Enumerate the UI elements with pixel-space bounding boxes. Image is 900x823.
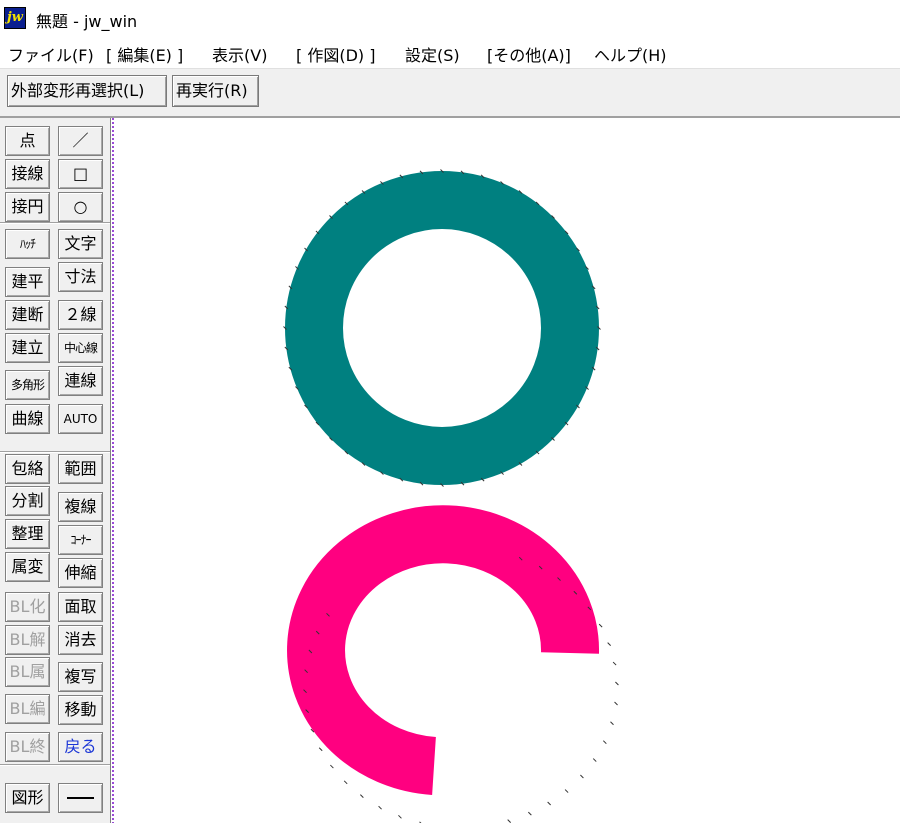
vertex-tick [318,747,323,752]
vertex-tick [607,642,612,647]
reselect-external-transform-button[interactable]: 外部変形再選択(L) [7,75,167,107]
tool-range[interactable]: 範囲 [58,454,103,484]
line-type-selector[interactable] [58,783,103,813]
tool-center-line[interactable]: 中心線 [58,333,103,363]
window-title: 無題 - jw_win [36,12,138,31]
title-bar: jw 無題 - jw_win [0,0,900,36]
command-bar: 外部変形再選択(L) 再実行(R) [0,69,900,118]
tool-change-attribute[interactable]: 属変 [5,552,50,582]
rerun-button[interactable]: 再実行(R) [172,75,259,107]
vertex-tick [360,794,364,798]
vertex-tick [612,661,617,666]
tool-palette: 点 接線 接円 ﾊｯﾁ 建平 建断 建立 多角形 曲線 包絡 分割 整理 属変 … [0,118,111,823]
drawing-area[interactable] [111,118,900,823]
tool-building-elevation[interactable]: 建立 [5,333,50,363]
magenta-arc[interactable] [287,505,600,795]
menu-settings[interactable]: 設定(S) [405,42,460,66]
menu-view[interactable]: 表示(V) [212,42,267,66]
menu-other[interactable]: [その他(A)] [487,42,571,66]
vertex-tick [507,819,512,823]
vertex-tick [610,721,614,726]
tool-move[interactable]: 移動 [58,695,103,725]
tool-dimension[interactable]: 寸法 [58,262,103,292]
menu-help[interactable]: ヘルプ(H) [594,42,667,66]
menu-bar: ファイル(F) [ 編集(E) ] 表示(V) [ 作図(D) ] 設定(S) … [0,36,900,69]
app-icon: jw [4,7,26,29]
tool-text[interactable]: 文字 [58,229,103,259]
menu-file[interactable]: ファイル(F) [8,42,94,66]
vertex-tick [592,758,597,762]
tool-erase[interactable]: 消去 [58,625,103,655]
tool-undo[interactable]: 戻る [58,732,103,762]
line-sample [67,797,94,799]
menu-edit[interactable]: [ 編集(E) ] [106,42,183,66]
vertex-tick [598,623,603,628]
tool-continuous-line[interactable]: 連線 [58,366,103,396]
vertex-tick [614,701,618,706]
tool-building-section[interactable]: 建断 [5,300,50,330]
vertex-tick [580,774,584,779]
vertex-tick [602,740,607,745]
tool-offset[interactable]: 複線 [58,492,103,522]
tool-block-attribute[interactable]: BL属 [5,657,50,687]
tool-figure[interactable]: 図形 [5,783,50,813]
toolbar-separator [0,764,110,766]
tool-line[interactable]: ／ [58,126,103,156]
tool-curve[interactable]: 曲線 [5,404,50,434]
vertex-tick [343,780,348,785]
vertex-tick [330,764,334,769]
tool-arrange[interactable]: 整理 [5,519,50,549]
tool-polygon[interactable]: 多角形 [5,370,50,400]
tool-tangent-circle[interactable]: 接円 [5,192,50,222]
vertex-tick [398,814,402,819]
drawing-area-boundary [112,118,114,823]
tool-auto[interactable]: AUTO [58,404,103,434]
tool-double-line[interactable]: ２線 [58,300,103,330]
tool-rectangle[interactable]: □ [58,159,103,189]
tool-point[interactable]: 点 [5,126,50,156]
tool-envelope[interactable]: 包絡 [5,454,50,484]
tool-circle[interactable]: ○ [58,192,103,222]
tool-hatch[interactable]: ﾊｯﾁ [5,229,50,259]
vertex-tick [528,811,532,816]
tool-block-create[interactable]: BL化 [5,592,50,622]
tool-block-explode[interactable]: BL解 [5,625,50,655]
menu-draw[interactable]: [ 作図(D) ] [296,42,375,66]
vertex-tick [378,805,382,810]
vertex-tick [564,789,569,793]
tool-chamfer[interactable]: 面取 [58,592,103,622]
tool-copy[interactable]: 複写 [58,662,103,692]
tool-tangent-line[interactable]: 接線 [5,159,50,189]
vertex-tick [615,681,619,686]
tool-block-edit[interactable]: BL編 [5,694,50,724]
vertex-tick [547,801,551,806]
tool-stretch[interactable]: 伸縮 [58,558,103,588]
toolbar-separator [0,222,110,224]
drawing-canvas [283,169,619,823]
tool-corner[interactable]: ｺｰﾅｰ [58,525,103,555]
teal-ring[interactable] [285,171,599,485]
toolbar-separator [0,451,110,453]
tool-block-finish[interactable]: BL終 [5,732,50,762]
tool-building-plan[interactable]: 建平 [5,267,50,297]
tool-divide[interactable]: 分割 [5,486,50,516]
